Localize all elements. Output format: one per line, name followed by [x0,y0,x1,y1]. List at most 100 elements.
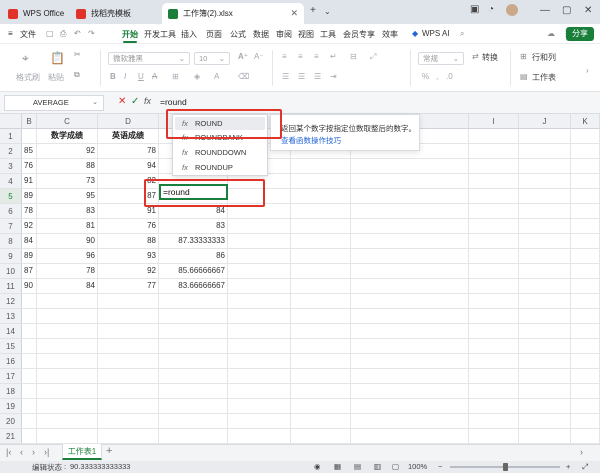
cell-b6[interactable]: 78 [22,204,37,219]
menu-tab-tools[interactable]: 工具 [320,29,336,40]
cell-e14[interactable] [159,324,228,339]
cell-d18[interactable] [98,384,159,399]
cell-i18[interactable] [469,384,519,399]
cell-h19[interactable] [351,399,469,414]
cell-f20[interactable] [228,414,291,429]
sheet-tab-1[interactable]: 工作表1 [62,444,102,460]
row-header[interactable]: 6 [0,204,22,219]
cell-h7[interactable] [351,219,469,234]
menu-tab-efficiency[interactable]: 效率 [382,29,398,40]
cell-h3[interactable] [351,159,469,174]
cell-f7[interactable] [228,219,291,234]
cell-d9[interactable]: 93 [98,249,159,264]
cell-b5[interactable]: 89 [22,189,37,204]
cell-c11[interactable]: 84 [37,279,98,294]
cell-f16[interactable] [228,354,291,369]
cell-d2[interactable]: 78 [98,144,159,159]
cell-k3[interactable] [571,159,600,174]
cell-d16[interactable] [98,354,159,369]
cell-c3[interactable]: 88 [37,159,98,174]
cell-e9[interactable]: 86 [159,249,228,264]
cell-c15[interactable] [37,339,98,354]
cell-c19[interactable] [37,399,98,414]
print-icon[interactable]: ⎙ [60,29,66,39]
column-header-d[interactable]: D [98,114,159,129]
cell-i12[interactable] [469,294,519,309]
align-bottom-icon[interactable]: ≡ [314,52,319,61]
cell-b13[interactable] [22,309,37,324]
prev-sheet-icon[interactable]: ‹ [20,447,23,457]
reading-view-icon[interactable]: ▢ [392,462,399,471]
cell-i14[interactable] [469,324,519,339]
menu-tab-review[interactable]: 审阅 [276,29,292,40]
cell-b17[interactable] [22,369,37,384]
cell-c20[interactable] [37,414,98,429]
cell-k1[interactable] [571,129,600,144]
cell-i8[interactable] [469,234,519,249]
cell-c12[interactable] [37,294,98,309]
column-header-j[interactable]: J [519,114,571,129]
cell-d10[interactable]: 92 [98,264,159,279]
cell-e16[interactable] [159,354,228,369]
thousands-icon[interactable]: , [436,72,438,81]
cell-j8[interactable] [519,234,571,249]
cell-k16[interactable] [571,354,600,369]
cell-h17[interactable] [351,369,469,384]
cell-e12[interactable] [159,294,228,309]
cell-h4[interactable] [351,174,469,189]
cell-k13[interactable] [571,309,600,324]
cell-e15[interactable] [159,339,228,354]
close-window-icon[interactable]: ✕ [584,5,592,16]
row-header[interactable]: 3 [0,159,22,174]
cell-e18[interactable] [159,384,228,399]
border-icon[interactable]: ⊞ [172,72,179,81]
page-view-icon[interactable]: ▤ [354,462,361,471]
cell-c14[interactable] [37,324,98,339]
cell-j11[interactable] [519,279,571,294]
cell-i5[interactable] [469,189,519,204]
cell-b8[interactable]: 84 [22,234,37,249]
cell-f13[interactable] [228,309,291,324]
align-left-icon[interactable]: ☰ [282,72,289,81]
normal-view-icon[interactable]: ▦ [334,462,341,471]
cell-k7[interactable] [571,219,600,234]
cell-g17[interactable] [291,369,351,384]
chevron-down-icon[interactable]: ⌄ [324,7,331,16]
first-sheet-icon[interactable]: |‹ [6,447,11,457]
cell-c5[interactable]: 95 [37,189,98,204]
cell-g8[interactable] [291,234,351,249]
cell-b18[interactable] [22,384,37,399]
menu-tab-insert[interactable]: 插入 [181,29,197,40]
tab-wps-office[interactable]: WPS Office [2,3,68,24]
search-icon[interactable]: ⌕ [460,29,464,39]
cell-g14[interactable] [291,324,351,339]
bell-icon[interactable]: ◔ [488,4,494,15]
cell-f9[interactable] [228,249,291,264]
cell-j17[interactable] [519,369,571,384]
row-header[interactable]: 14 [0,324,22,339]
eraser-icon[interactable]: ⌫ [238,72,249,81]
cell-b19[interactable] [22,399,37,414]
cell-i10[interactable] [469,264,519,279]
avatar[interactable] [506,4,518,16]
cell-i3[interactable] [469,159,519,174]
cell-j13[interactable] [519,309,571,324]
column-header-i[interactable]: I [469,114,519,129]
eye-icon[interactable]: ◉ [314,462,321,471]
cell-k17[interactable] [571,369,600,384]
row-header[interactable]: 12 [0,294,22,309]
cell-g4[interactable] [291,174,351,189]
cell-h15[interactable] [351,339,469,354]
cut-icon[interactable]: ✂ [74,50,81,59]
cell-j6[interactable] [519,204,571,219]
format-painter-label[interactable]: 格式刷 [16,72,40,83]
autocomplete-item-roundup[interactable]: fx ROUNDUP [175,161,265,174]
align-middle-icon[interactable]: ≡ [298,52,303,61]
cell-h10[interactable] [351,264,469,279]
row-header[interactable]: 19 [0,399,22,414]
cell-b10[interactable]: 87 [22,264,37,279]
cell-i17[interactable] [469,369,519,384]
hamburger-icon[interactable]: ≡ [8,29,13,38]
row-header[interactable]: 9 [0,249,22,264]
cell-b9[interactable]: 89 [22,249,37,264]
